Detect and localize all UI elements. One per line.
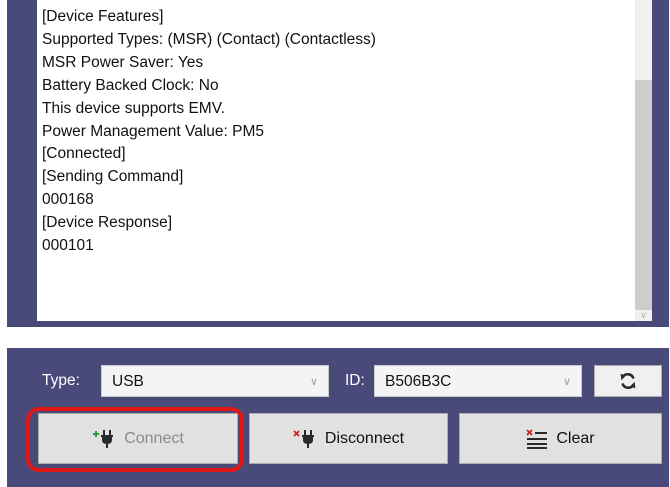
chevron-down-icon: ∨ [562,376,571,388]
clear-button[interactable]: Clear [459,413,662,464]
log-line: Power Management Value: PM5 [42,122,264,140]
log-line: MSR Power Saver: Yes [42,53,204,71]
log-line: This device supports EMV. [42,99,225,117]
log-scrollbar[interactable]: ∨ [635,0,652,321]
id-select[interactable]: B506B3C ∨ [374,365,582,397]
log-output[interactable]: [Device Features] Supported Types: (MSR)… [37,0,652,321]
refresh-button[interactable] [594,365,662,397]
id-label: ID: [345,372,365,389]
chevron-down-icon: ∨ [309,376,318,388]
type-label: Type: [42,372,80,389]
highlight-annotation [26,407,244,472]
disconnect-button[interactable]: Disconnect [249,413,448,464]
clear-button-label: Clear [556,429,595,447]
log-line: [Connected] [42,145,126,163]
id-select-value: B506B3C [385,373,452,390]
scrollbar-thumb[interactable] [635,80,652,310]
disconnect-button-label: Disconnect [324,429,405,447]
log-line: 000101 [42,237,94,255]
type-select[interactable]: USB ∨ [101,365,329,397]
log-line: Supported Types: (MSR) (Contact) (Contac… [42,30,376,48]
clear-list-icon [526,428,548,449]
log-panel: [Device Features] Supported Types: (MSR)… [7,0,669,327]
scroll-down-icon[interactable]: ∨ [638,311,649,320]
log-line: [Device Features] [42,8,164,25]
log-line: [Device Response] [42,214,173,232]
refresh-icon [620,372,636,390]
plug-remove-icon [293,429,314,448]
log-line: Battery Backed Clock: No [42,76,219,94]
type-select-value: USB [112,373,144,390]
log-lines: [Device Features] Supported Types: (MSR)… [37,0,652,258]
log-line: [Sending Command] [42,168,184,186]
log-line: 000168 [42,191,94,209]
